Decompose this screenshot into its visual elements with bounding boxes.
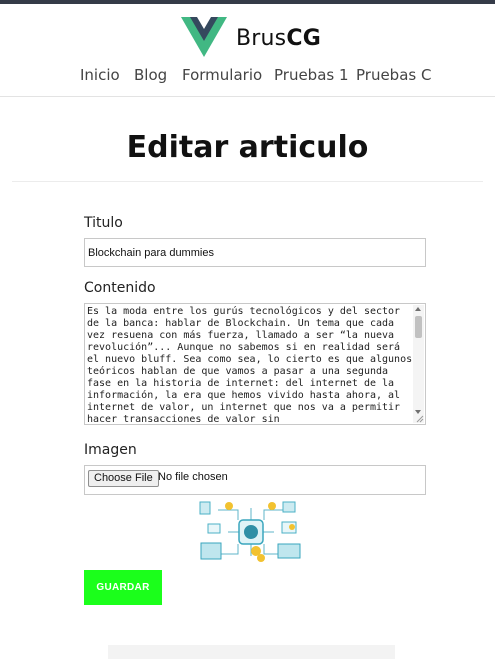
nav-divider xyxy=(0,96,495,97)
scroll-thumb[interactable] xyxy=(415,316,422,338)
title-label: Titulo xyxy=(84,215,123,231)
top-bar xyxy=(0,0,495,4)
brand[interactable]: BrusCG xyxy=(0,16,495,60)
resize-grip-icon[interactable] xyxy=(416,415,424,423)
title-divider xyxy=(12,181,483,182)
scroll-up-arrow-icon[interactable] xyxy=(415,307,421,311)
content-scrollbar[interactable] xyxy=(413,305,424,423)
vue-logo-icon xyxy=(181,17,227,57)
scroll-down-arrow-icon[interactable] xyxy=(415,410,421,414)
title-input[interactable] xyxy=(88,240,418,265)
content-textarea[interactable]: Es la moda entre los gurús tecnológicos … xyxy=(87,306,417,422)
brand-name-bold: CG xyxy=(286,26,321,51)
image-label: Imagen xyxy=(84,442,137,458)
brand-name-regular: Brus xyxy=(236,26,287,51)
content-field: Es la moda entre los gurús tecnológicos … xyxy=(84,303,426,425)
file-status-text: No file chosen xyxy=(158,471,228,483)
choose-file-button[interactable]: Choose File xyxy=(88,470,159,487)
page-title: Editar articulo xyxy=(126,130,369,165)
nav-item-blog[interactable]: Blog xyxy=(134,66,167,84)
nav-item-formulario[interactable]: Formulario xyxy=(182,66,262,84)
nav-item-pruebas-c[interactable]: Pruebas C xyxy=(356,66,431,84)
save-button[interactable]: GUARDAR xyxy=(84,570,162,605)
nav-item-inicio[interactable]: Inicio xyxy=(80,66,120,84)
blockchain-illustration-icon xyxy=(199,501,301,562)
footer-strip xyxy=(108,645,395,659)
brand-name: BrusCG xyxy=(236,26,321,51)
image-file-field: Choose File No file chosen xyxy=(84,465,426,495)
content-label: Contenido xyxy=(84,280,156,296)
title-field xyxy=(84,238,426,267)
nav-item-pruebas-1[interactable]: Pruebas 1 xyxy=(274,66,349,84)
main-nav: Inicio Blog Formulario Pruebas 1 Pruebas… xyxy=(0,66,495,88)
